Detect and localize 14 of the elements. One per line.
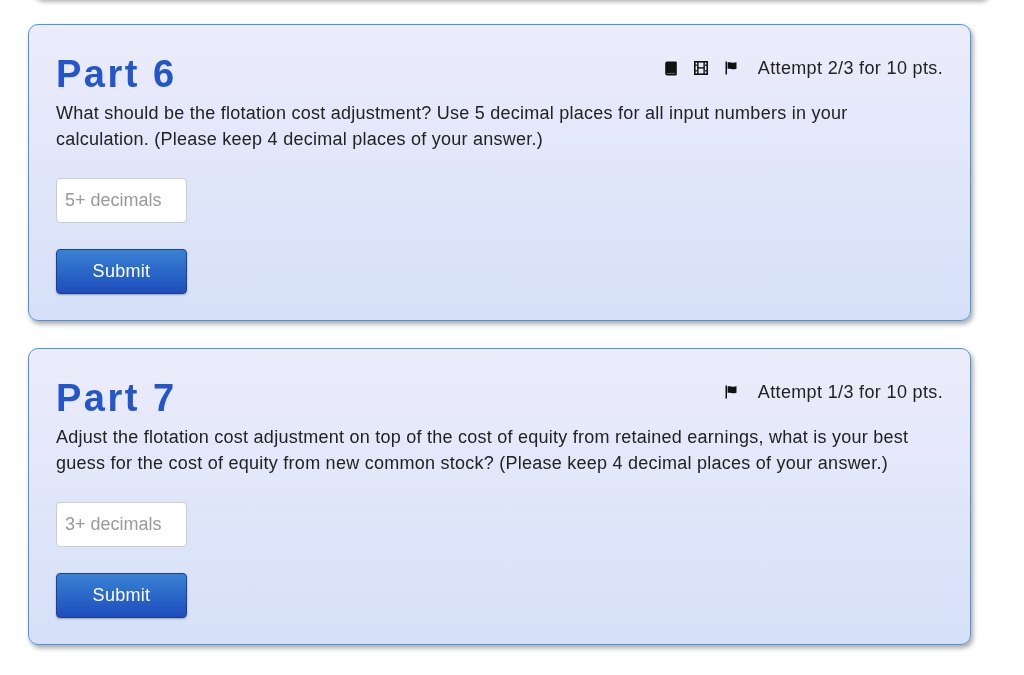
attempt-info: Attempt 1/3 for 10 pts. [757, 382, 943, 402]
part-title: Part 7 [56, 376, 177, 420]
answer-field[interactable]: 5+ decimals [56, 178, 187, 223]
question-text: What should be the flotation cost adjustment? Use 5 decimal places for all input numbers in your calculation. (Please keep 4 decimal places of your answer.) [56, 102, 849, 151]
submit-button[interactable]: Submit [56, 573, 187, 618]
answer-field[interactable]: 3+ decimals [56, 502, 187, 547]
flag-icon[interactable] [724, 61, 737, 75]
attempt-info: Attempt 2/3 for 10 pts. [757, 58, 943, 78]
flag-icon[interactable] [724, 385, 737, 399]
book-icon[interactable] [664, 60, 677, 76]
question-text: Adjust the flotation cost adjustment on top of the cost of equity from retained earnings, what is your best guess for the cost of equity from new common stock? (Please keep 4 decimal places of your answer.) [56, 426, 910, 475]
part-title: Part 6 [56, 52, 177, 96]
submit-button[interactable]: Submit [56, 249, 187, 294]
film-icon[interactable] [693, 61, 708, 75]
